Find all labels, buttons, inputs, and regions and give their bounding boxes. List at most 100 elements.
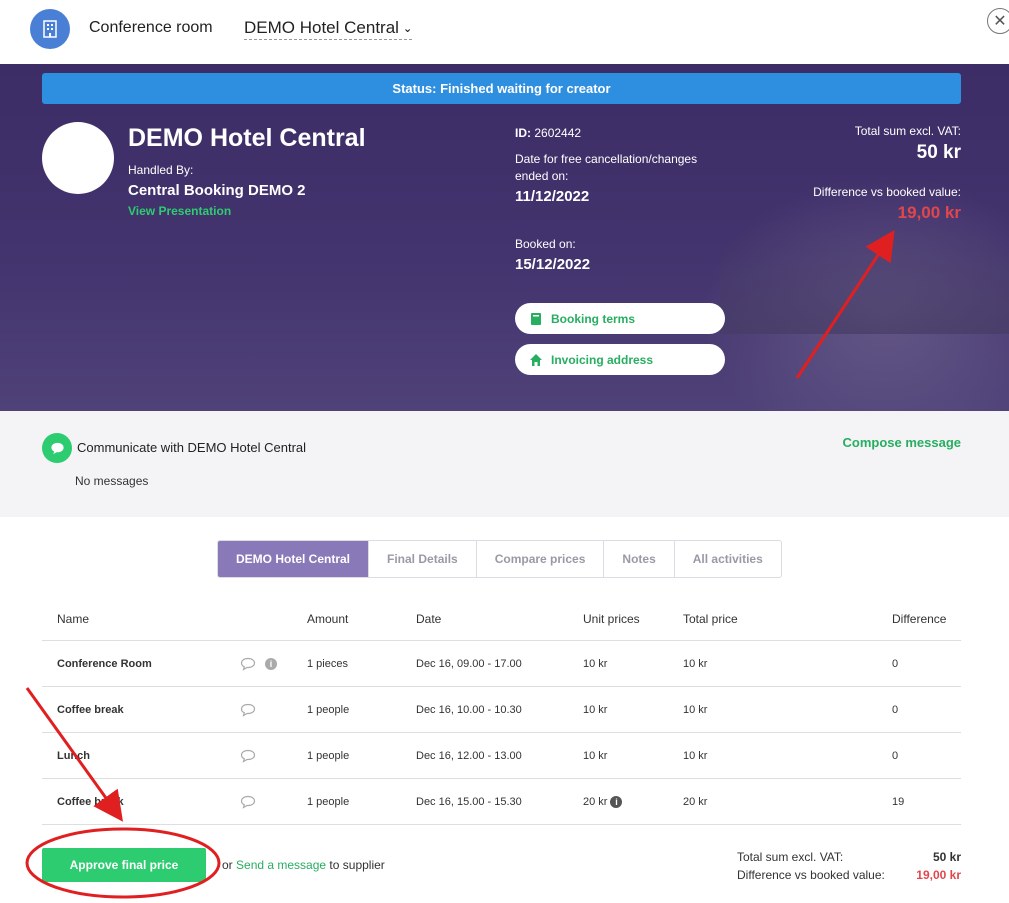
difference-label: Difference vs booked value: [813,185,961,199]
close-icon[interactable]: ✕ [987,8,1009,34]
handler-name: Central Booking DEMO 2 [128,182,306,199]
table-row: Conference Room i 1 pieces Dec 16, 09.00… [42,641,961,687]
item-difference: 0 [892,703,899,716]
item-unit-price-cell: 20 kr i [583,779,623,824]
item-amount: 1 people [307,749,350,762]
status-banner: Status: Finished waiting for creator [42,73,961,104]
row-icons: i [240,641,277,686]
table-row: Coffee break 1 people Dec 16, 10.00 - 10… [42,687,961,733]
chevron-down-icon: ⌄ [402,22,413,35]
row-icons [240,733,256,778]
category-label: Conference room [89,19,213,36]
info-icon[interactable]: i [610,795,623,808]
item-name: Conference Room [57,657,152,670]
item-difference: 19 [892,795,905,808]
item-total-price: 20 kr [683,795,708,808]
item-name: Coffee break [57,703,124,716]
chat-icon [42,433,72,463]
building-icon [30,9,70,49]
item-difference: 0 [892,749,899,762]
hotel-selector[interactable]: DEMO Hotel Central ⌄ [244,18,413,40]
compose-message-link[interactable]: Compose message [843,435,962,450]
header-date: Date [416,611,442,626]
tab-notes[interactable]: Notes [604,541,675,577]
comment-icon[interactable] [240,703,256,717]
send-message-link[interactable]: Send a message [236,858,326,872]
info-icon[interactable]: i [265,657,277,670]
item-date: Dec 16, 10.00 - 10.30 [416,703,522,716]
item-total-price: 10 kr [683,703,708,716]
totals-diff-label: Difference vs booked value: [737,868,885,882]
table-row: Coffee break 1 people Dec 16, 15.00 - 15… [42,779,961,825]
booking-items-table: Name Amount Date Unit prices Total price… [42,597,961,825]
item-name: Lunch [57,749,90,762]
booked-on-label: Booked on: [515,237,576,251]
booking-terms-label: Booking terms [551,311,636,326]
tab-final-details[interactable]: Final Details [369,541,477,577]
difference-value: 19,00 kr [897,203,961,222]
totals-diff-value: 19,00 kr [916,868,961,882]
item-unit-price: 10 kr [583,703,608,716]
comment-icon[interactable] [240,795,256,809]
item-total-price: 10 kr [683,749,708,762]
or-text: or [222,858,233,872]
item-amount: 1 people [307,703,350,716]
item-amount: 1 people [307,795,350,808]
comment-icon[interactable] [240,749,256,763]
hotel-avatar [42,122,114,194]
item-name: Coffee break [57,795,124,808]
id-label: ID: [515,126,531,140]
tab-compare-prices[interactable]: Compare prices [477,541,605,577]
booking-terms-button[interactable]: Booking terms [515,303,725,334]
total-sum-value: 50 kr [916,142,961,163]
invoicing-address-button[interactable]: Invoicing address [515,344,725,375]
top-bar: Conference room DEMO Hotel Central ⌄ ✕ [0,0,1009,64]
tab-all-activities[interactable]: All activities [675,541,781,577]
cancellation-label: Date for free cancellation/changes ended… [515,152,698,183]
communication-panel: Communicate with DEMO Hotel Central No m… [0,411,1009,517]
totals-sum-row: Total sum excl. VAT: 50 kr [737,850,967,868]
book-icon [531,312,541,325]
header-total-price: Total price [683,611,738,626]
no-messages-text: No messages [75,474,149,488]
booking-hero: Status: Finished waiting for creator DEM… [0,64,1009,411]
send-message-suffix: to supplier [329,858,385,872]
row-icons [240,779,256,824]
item-date: Dec 16, 15.00 - 15.30 [416,795,522,808]
comment-icon[interactable] [240,657,256,671]
header-difference: Difference [892,611,947,626]
home-icon [530,353,542,366]
tab-bar: DEMO Hotel Central Final Details Compare… [217,540,782,578]
cancellation-date: 11/12/2022 [515,188,590,205]
booking-id: ID: 2602442 [515,124,735,142]
hotel-name: DEMO Hotel Central [128,124,366,152]
item-unit-price: 10 kr [583,749,608,762]
header-unit-prices: Unit prices [583,611,640,626]
item-difference: 0 [892,657,899,670]
hotel-selector-value: DEMO Hotel Central [244,18,399,37]
table-row: Lunch 1 people Dec 16, 12.00 - 13.00 10 … [42,733,961,779]
total-sum-label: Total sum excl. VAT: [854,124,961,138]
item-amount: 1 pieces [307,657,348,670]
background-photo-trees [720,214,1009,334]
view-presentation-link[interactable]: View Presentation [128,204,231,218]
row-icons [240,687,256,732]
totals-sum-value: 50 kr [932,850,961,864]
item-date: Dec 16, 09.00 - 17.00 [416,657,522,670]
invoicing-address-label: Invoicing address [551,352,654,367]
item-unit-price: 20 kr [583,795,608,808]
totals-summary: Total sum excl. VAT: 50 kr Difference vs… [737,850,967,886]
header-name: Name [57,611,90,626]
table-header: Name Amount Date Unit prices Total price… [42,597,961,641]
item-date: Dec 16, 12.00 - 13.00 [416,749,522,762]
approve-final-price-button[interactable]: Approve final price [42,848,206,882]
booked-on-date: 15/12/2022 [515,256,591,273]
item-total-price: 10 kr [683,657,708,670]
item-unit-price: 10 kr [583,657,608,670]
totals-diff-row: Difference vs booked value: 19,00 kr [737,868,967,886]
tab-hotel[interactable]: DEMO Hotel Central [218,541,370,577]
totals-sum-label: Total sum excl. VAT: [737,850,844,864]
send-message-line: or Send a message to supplier [222,858,385,872]
handled-by-label: Handled By: [128,163,194,177]
communication-title: Communicate with DEMO Hotel Central [77,440,307,455]
